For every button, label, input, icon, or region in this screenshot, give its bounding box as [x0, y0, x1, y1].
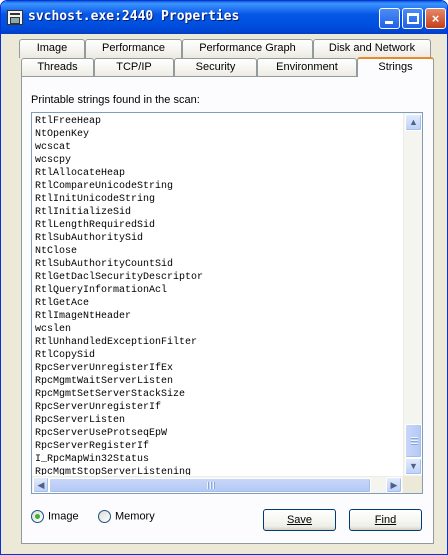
tab-environment[interactable]: Environment — [257, 58, 357, 77]
radio-circle[interactable] — [98, 510, 111, 523]
tab-image[interactable]: Image — [19, 39, 85, 58]
radio-image[interactable]: Image — [31, 510, 79, 523]
radio-memory-label: Memory — [115, 510, 155, 523]
scroll-right-button[interactable]: ▶ — [386, 477, 402, 493]
tab-performance-graph[interactable]: Performance Graph — [182, 39, 313, 58]
string-list-item[interactable]: NtClose — [34, 245, 401, 258]
grip-icon — [411, 437, 418, 446]
tab-tcp-ip[interactable]: TCP/IP — [94, 58, 174, 77]
tab-label: Strings — [378, 61, 413, 73]
string-list-item[interactable]: RpcServerRegisterIf — [34, 440, 401, 453]
radio-circle[interactable] — [31, 510, 44, 523]
tab-threads[interactable]: Threads — [21, 58, 94, 77]
horizontal-scrollbar[interactable]: ◀ ▶ — [32, 476, 403, 493]
string-list-item[interactable]: RpcServerUnregisterIf — [34, 401, 401, 414]
string-list-item[interactable]: RtlCompareUnicodeString — [34, 180, 401, 193]
string-list-item[interactable]: RpcMgmtStopServerListening — [34, 466, 401, 475]
string-list-item[interactable]: RtlSubAuthoritySid — [34, 232, 401, 245]
string-list-item[interactable]: RtlLengthRequiredSid — [34, 219, 401, 232]
tab-label: Disk and Network — [328, 42, 416, 54]
tab-label: Security — [195, 61, 236, 73]
tab-label: Performance Graph — [199, 42, 296, 54]
string-list-item[interactable]: NtOpenKey — [34, 128, 401, 141]
tab-disk-and-network[interactable]: Disk and Network — [313, 39, 431, 58]
chevron-left-icon: ◀ — [37, 480, 45, 490]
vertical-scrollbar[interactable]: ▲ ▼ — [403, 113, 422, 476]
find-button-label: Find — [374, 514, 397, 526]
horizontal-scroll-thumb[interactable] — [49, 478, 371, 493]
string-list-item[interactable]: RtlCopySid — [34, 349, 401, 362]
scroll-up-button[interactable]: ▲ — [405, 114, 422, 131]
string-list-item[interactable]: wcscpy — [34, 154, 401, 167]
string-list-item[interactable]: RtlQueryInformationAcl — [34, 284, 401, 297]
tab-label: Performance — [102, 42, 165, 54]
radio-selected-dot — [35, 514, 40, 519]
save-button[interactable]: Save — [263, 509, 336, 531]
string-list-item[interactable]: RpcMgmtSetServerStackSize — [34, 388, 401, 401]
window-title: svchost.exe:2440 Properties — [28, 9, 240, 24]
string-list-item[interactable]: RtlSubAuthorityCountSid — [34, 258, 401, 271]
string-list-item[interactable]: RtlFreeHeap — [34, 115, 401, 128]
title-bar[interactable]: svchost.exe:2440 Properties × — [1, 1, 447, 34]
process-app-icon — [7, 10, 23, 25]
minimize-icon — [385, 21, 393, 24]
radio-image-label: Image — [48, 510, 79, 523]
string-list-item[interactable]: RtlAllocateHeap — [34, 167, 401, 180]
scroll-down-button[interactable]: ▼ — [405, 458, 422, 475]
chevron-down-icon: ▼ — [409, 461, 418, 471]
tab-label: TCP/IP — [116, 61, 152, 73]
string-list-item[interactable]: RpcMgmtWaitServerListen — [34, 375, 401, 388]
string-list-item[interactable]: RpcServerListen — [34, 414, 401, 427]
chevron-up-icon: ▲ — [409, 117, 418, 127]
properties-window: svchost.exe:2440 Properties × Image Perf… — [0, 0, 448, 555]
find-button[interactable]: Find — [349, 509, 422, 531]
close-button[interactable]: × — [425, 8, 446, 29]
strings-list[interactable]: RtlFreeHeap NtOpenKey wcscat wcscpy RtlAlloc… — [34, 115, 401, 475]
string-list-item[interactable]: RtlInitUnicodeString — [34, 193, 401, 206]
strings-panel: Printable strings found in the scan: Rtl… — [21, 76, 434, 544]
vertical-scroll-thumb[interactable] — [405, 424, 422, 458]
tab-security[interactable]: Security — [174, 58, 257, 77]
chevron-right-icon: ▶ — [390, 480, 398, 490]
tab-label: Environment — [276, 61, 338, 73]
maximize-button[interactable] — [402, 8, 423, 29]
minimize-button[interactable] — [379, 8, 400, 29]
maximize-icon — [407, 13, 419, 24]
string-list-item[interactable]: RtlInitializeSid — [34, 206, 401, 219]
string-list-item[interactable]: RpcServerUseProtseqEpW — [34, 427, 401, 440]
save-button-label: Save — [286, 514, 313, 526]
strings-listbox[interactable]: RtlFreeHeap NtOpenKey wcscat wcscpy RtlAlloc… — [31, 112, 423, 494]
grip-icon — [207, 482, 216, 489]
close-icon: × — [431, 11, 440, 26]
string-list-item[interactable]: wcscat — [34, 141, 401, 154]
radio-memory[interactable]: Memory — [98, 510, 155, 523]
tab-label: Image — [36, 42, 68, 54]
tab-performance[interactable]: Performance — [85, 39, 182, 58]
string-list-item[interactable]: RtlGetDaclSecurityDescriptor — [34, 271, 401, 284]
tab-label: Threads — [37, 61, 78, 73]
string-list-item[interactable]: RtlUnhandledExceptionFilter — [34, 336, 401, 349]
string-list-item[interactable]: RpcServerUnregisterIfEx — [34, 362, 401, 375]
strings-panel-label: Printable strings found in the scan: — [31, 94, 200, 106]
scroll-left-button[interactable]: ◀ — [33, 477, 49, 493]
tab-strings[interactable]: Strings — [357, 57, 434, 77]
string-list-item[interactable]: RtlGetAce — [34, 297, 401, 310]
string-list-item[interactable]: wcslen — [34, 323, 401, 336]
string-list-item[interactable]: RtlImageNtHeader — [34, 310, 401, 323]
string-list-item[interactable]: I_RpcMapWin32Status — [34, 453, 401, 466]
scrollbar-corner — [403, 476, 422, 493]
